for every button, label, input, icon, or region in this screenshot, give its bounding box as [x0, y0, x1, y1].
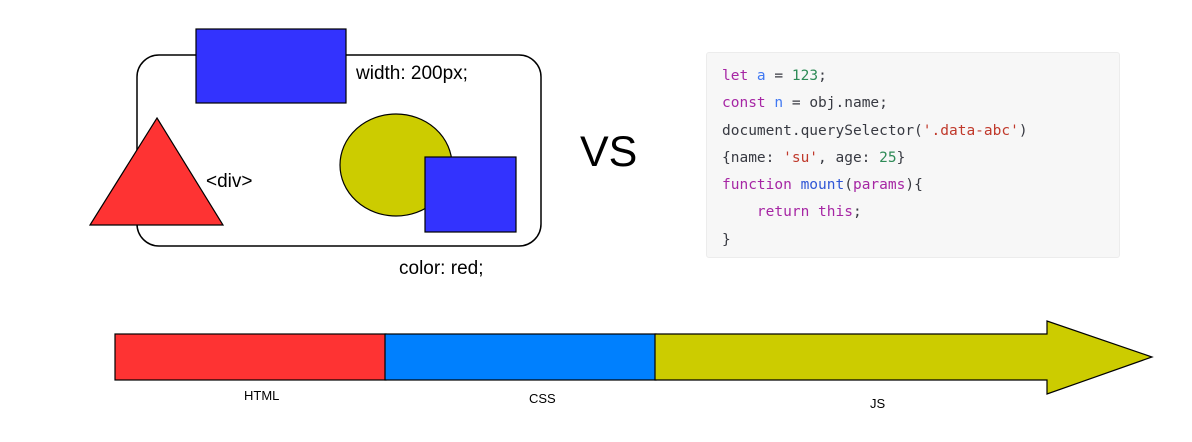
- code-token: ;: [852, 204, 862, 221]
- code-token: a: [756, 68, 766, 84]
- code-token: 123: [791, 68, 819, 84]
- code-line: return this;: [722, 199, 1119, 226]
- code-token: =: [765, 68, 792, 84]
- code-line: {name: 'su', age: 25}: [722, 145, 1119, 172]
- segment-css-label: CSS: [529, 391, 556, 406]
- code-line: const n = obj.name;: [722, 90, 1119, 117]
- code-token: , age:: [818, 149, 880, 166]
- blue-square-bottom: [424, 156, 517, 233]
- code-token: params: [852, 177, 906, 194]
- code-token: (: [844, 177, 853, 194]
- code-line: }: [722, 227, 1119, 254]
- code-token: 25: [879, 149, 897, 166]
- code-token: ){: [905, 177, 923, 194]
- color-property-label: color: red;: [399, 258, 483, 279]
- code-token: return this: [756, 204, 853, 221]
- code-token: = obj.name;: [783, 95, 888, 112]
- code-token: }: [896, 149, 906, 166]
- versus-label: VS: [580, 128, 637, 176]
- segment-js-arrow: [654, 320, 1154, 395]
- progression-arrow: HTML CSS JS: [114, 320, 1154, 411]
- code-line: document.querySelector('.data-abc'): [722, 118, 1119, 145]
- segment-html: [114, 333, 387, 381]
- code-token: }: [722, 231, 731, 248]
- code-snippet-panel: let a = 123; const n = obj.name; document.…: [706, 52, 1120, 258]
- segment-css: [384, 333, 657, 381]
- code-token: {name:: [722, 149, 784, 166]
- code-token: 'su': [783, 149, 819, 166]
- code-token: let: [722, 68, 757, 84]
- div-tag-label: <div>: [206, 171, 252, 192]
- code-line: let a = 123;: [722, 63, 1119, 90]
- code-token: mount: [800, 177, 845, 194]
- code-token: const: [722, 95, 775, 112]
- code-token: ;: [818, 68, 827, 84]
- segment-js-label: JS: [870, 396, 886, 411]
- code-token: '.data-abc': [922, 122, 1019, 139]
- segment-html-label: HTML: [244, 388, 279, 403]
- code-token: document.querySelector(: [722, 122, 923, 139]
- code-line: function mount(params){: [722, 172, 1119, 199]
- code-token: function: [722, 177, 801, 194]
- blue-rectangle-top: [195, 28, 347, 104]
- div-illustration: <div> width: 200px; color: red;: [88, 28, 542, 279]
- width-property-label: width: 200px;: [355, 63, 468, 84]
- code-token: ): [1018, 122, 1028, 139]
- code-token: n: [774, 95, 784, 112]
